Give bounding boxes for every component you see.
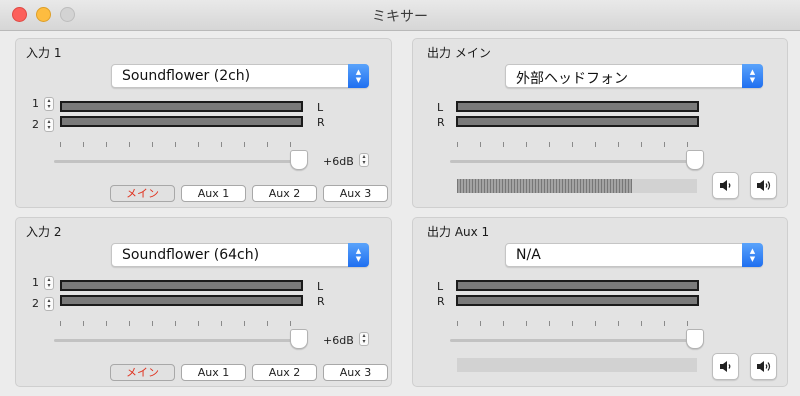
gain-slider[interactable] xyxy=(54,160,302,163)
volume-down-button[interactable] xyxy=(712,172,739,199)
channel-stepper[interactable]: ▴ ▾ xyxy=(44,276,54,290)
panel-title: 入力 2 xyxy=(26,225,62,239)
level-meter-left xyxy=(60,101,303,112)
chevron-updown-icon: ▲ ▼ xyxy=(742,64,763,88)
slider-thumb[interactable] xyxy=(686,329,704,349)
level-meter-right xyxy=(456,116,699,127)
panel-title: 出力 Aux 1 xyxy=(427,225,490,239)
route-button-aux3[interactable]: Aux 3 xyxy=(323,364,388,381)
chevron-updown-icon: ▲ ▼ xyxy=(348,243,369,267)
channel-label: 2 xyxy=(32,118,39,131)
volume-slider[interactable] xyxy=(450,339,698,342)
input-panel-1: 入力 1 Soundflower (2ch) ▲ ▼ 1 ▴ ▾ 2 ▴ ▾ L R … xyxy=(15,38,392,208)
meter-label: R xyxy=(317,295,325,308)
selected-device: N/A xyxy=(516,247,541,263)
channel-stepper[interactable]: ▴ ▾ xyxy=(44,297,54,311)
volume-slider[interactable] xyxy=(450,160,698,163)
input-device-select[interactable]: Soundflower (64ch) ▲ ▼ xyxy=(111,243,369,267)
output-level-bar xyxy=(457,358,697,372)
volume-up-icon xyxy=(757,180,771,191)
slider-thumb[interactable] xyxy=(290,329,308,349)
volume-down-icon xyxy=(720,361,731,372)
level-meter-right xyxy=(60,116,303,127)
slider-ticks xyxy=(60,142,300,148)
slider-ticks xyxy=(60,321,300,327)
input-panel-2: 入力 2 Soundflower (64ch) ▲ ▼ 1 ▴ ▾ 2 ▴ ▾ L R… xyxy=(15,217,392,387)
gain-value: +6dB xyxy=(323,334,354,347)
meter-label: R xyxy=(437,116,445,129)
gain-slider[interactable] xyxy=(54,339,302,342)
output-device-select[interactable]: 外部ヘッドフォン ▲ ▼ xyxy=(505,64,763,88)
window-title: ミキサー xyxy=(372,9,428,25)
gain-stepper[interactable]: ▴ ▾ xyxy=(359,332,369,346)
route-button-aux2[interactable]: Aux 2 xyxy=(252,364,317,381)
panel-title: 出力 メイン xyxy=(427,46,491,60)
title-bar: ミキサー xyxy=(0,0,800,31)
channel-label: 1 xyxy=(32,97,39,110)
level-meter-left xyxy=(456,280,699,291)
level-meter-left xyxy=(60,280,303,291)
level-meter-right xyxy=(60,295,303,306)
route-button-aux1[interactable]: Aux 1 xyxy=(181,364,246,381)
output-panel-aux1: 出力 Aux 1 N/A ▲ ▼ L R xyxy=(412,217,788,387)
route-button-main[interactable]: メイン xyxy=(110,185,175,202)
chevron-updown-icon: ▲ ▼ xyxy=(742,243,763,267)
meter-label: L xyxy=(437,280,444,293)
slider-ticks xyxy=(457,321,697,327)
mixer-window: ミキサー 入力 1 Soundflower (2ch) ▲ ▼ 1 ▴ ▾ 2 ▴ ▾… xyxy=(0,0,800,396)
slider-thumb[interactable] xyxy=(686,150,704,170)
meter-label: R xyxy=(317,116,325,129)
selected-device: Soundflower (64ch) xyxy=(122,247,260,263)
volume-up-icon xyxy=(757,361,771,372)
selected-device: Soundflower (2ch) xyxy=(122,68,251,84)
channel-stepper[interactable]: ▴ ▾ xyxy=(44,97,54,111)
meter-label: L xyxy=(317,101,324,114)
selected-device: 外部ヘッドフォン xyxy=(516,71,628,87)
output-panel-main: 出力 メイン 外部ヘッドフォン ▲ ▼ L R xyxy=(412,38,788,208)
volume-up-button[interactable] xyxy=(750,172,777,199)
route-button-main[interactable]: メイン xyxy=(110,364,175,381)
slider-thumb[interactable] xyxy=(290,150,308,170)
gain-value: +6dB xyxy=(323,155,354,168)
route-button-aux2[interactable]: Aux 2 xyxy=(252,185,317,202)
chevron-updown-icon: ▲ ▼ xyxy=(348,64,369,88)
volume-down-button[interactable] xyxy=(712,353,739,380)
route-button-aux3[interactable]: Aux 3 xyxy=(323,185,388,202)
slider-ticks xyxy=(457,142,697,148)
panel-title: 入力 1 xyxy=(26,46,62,60)
output-level-bar xyxy=(457,179,697,193)
input-device-select[interactable]: Soundflower (2ch) ▲ ▼ xyxy=(111,64,369,88)
channel-label: 1 xyxy=(32,276,39,289)
gain-stepper[interactable]: ▴ ▾ xyxy=(359,153,369,167)
output-device-select[interactable]: N/A ▲ ▼ xyxy=(505,243,763,267)
volume-down-icon xyxy=(720,180,731,191)
meter-label: L xyxy=(437,101,444,114)
output-level-fill xyxy=(457,179,633,193)
level-meter-right xyxy=(456,295,699,306)
volume-up-button[interactable] xyxy=(750,353,777,380)
channel-label: 2 xyxy=(32,297,39,310)
level-meter-left xyxy=(456,101,699,112)
route-button-aux1[interactable]: Aux 1 xyxy=(181,185,246,202)
meter-label: L xyxy=(317,280,324,293)
meter-label: R xyxy=(437,295,445,308)
channel-stepper[interactable]: ▴ ▾ xyxy=(44,118,54,132)
